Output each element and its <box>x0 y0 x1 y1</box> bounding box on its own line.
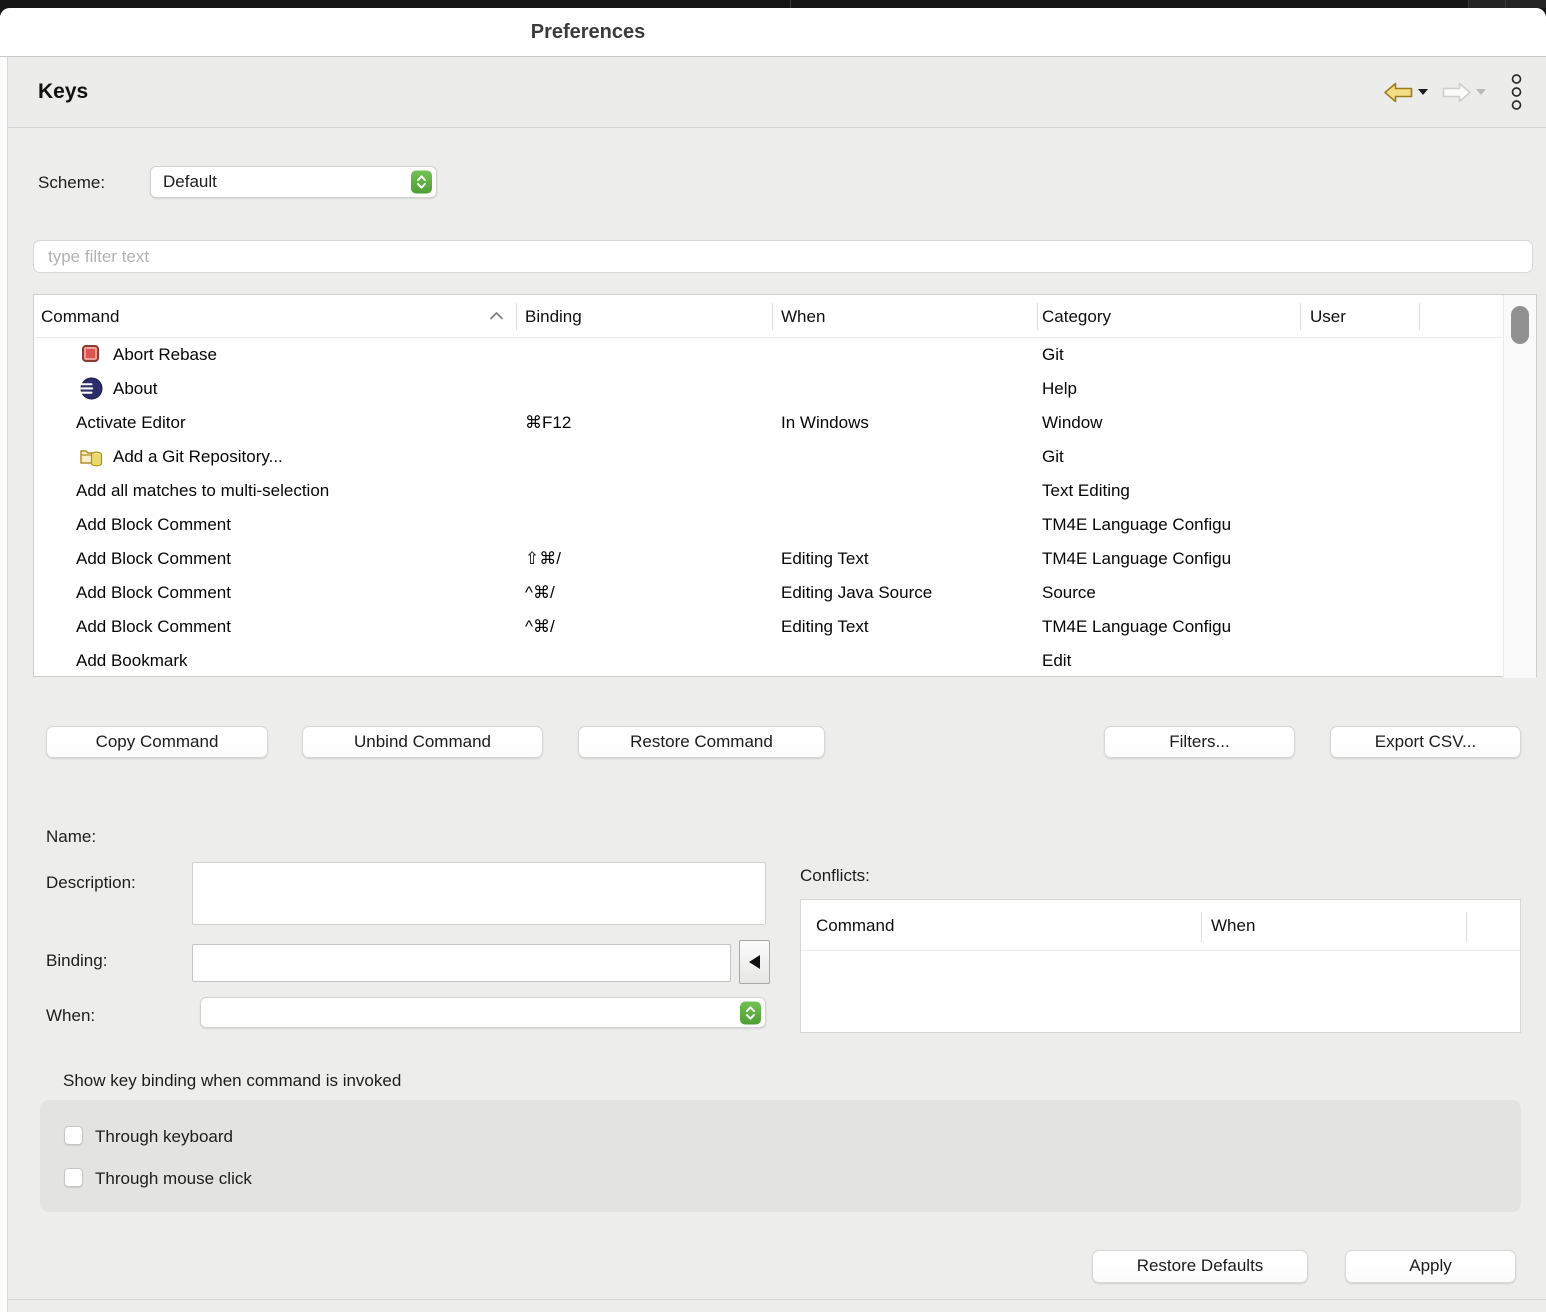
git-repository-icon <box>80 445 104 467</box>
conflicts-header: Command When <box>801 900 1520 951</box>
filter-input[interactable] <box>33 240 1533 273</box>
show-binding-heading: Show key binding when command is invoked <box>63 1071 401 1091</box>
description-field[interactable] <box>192 862 766 925</box>
conflicts-column-command[interactable]: Command <box>816 900 894 951</box>
forward-arrow-icon <box>1441 81 1472 104</box>
abort-rebase-icon <box>80 343 104 365</box>
through-mouse-label: Through mouse click <box>95 1169 252 1189</box>
column-header-binding[interactable]: Binding <box>525 295 582 338</box>
window-title: Preferences <box>0 8 1176 57</box>
table-header: Command Binding When Category User <box>34 295 1536 338</box>
eclipse-logo-icon <box>80 377 104 399</box>
history-toolbar <box>1381 57 1524 127</box>
restore-defaults-button[interactable]: Restore Defaults <box>1092 1250 1308 1283</box>
binding-field[interactable] <box>192 944 731 982</box>
page-title: Keys <box>38 57 88 127</box>
conflicts-table: Command When <box>800 899 1521 1033</box>
table-row[interactable]: Add Block Comment ⇧⌘/ Editing Text TM4E … <box>34 542 1536 576</box>
when-select[interactable] <box>200 997 766 1028</box>
table-row[interactable]: Add Block Comment TM4E Language Configu <box>34 508 1536 542</box>
table-row[interactable]: Abort Rebase Git <box>34 338 1536 372</box>
when-label: When: <box>46 1006 95 1026</box>
copy-command-button[interactable]: Copy Command <box>46 726 268 758</box>
scheme-select[interactable]: Default <box>150 166 437 198</box>
back-arrow-icon <box>1383 81 1414 104</box>
table-row[interactable]: Add all matches to multi-selection Text … <box>34 474 1536 508</box>
table-row[interactable]: Add Block Comment ^⌘/ Editing Text TM4E … <box>34 610 1536 644</box>
name-label: Name: <box>46 827 96 847</box>
back-button[interactable] <box>1381 79 1430 106</box>
filters-button[interactable]: Filters... <box>1104 726 1295 758</box>
back-history-dropdown-icon[interactable] <box>1418 89 1428 95</box>
restore-command-button[interactable]: Restore Command <box>578 726 825 758</box>
table-row[interactable]: Add a Git Repository... Git <box>34 440 1536 474</box>
through-keyboard-checkbox[interactable] <box>64 1126 83 1145</box>
column-header-category[interactable]: Category <box>1042 295 1111 338</box>
binding-helper-button[interactable] <box>739 940 770 984</box>
preferences-dialog: Preferences Keys <box>0 8 1546 1312</box>
titlebar[interactable]: Preferences <box>0 8 1546 57</box>
sort-ascending-icon <box>489 311 504 321</box>
apply-button[interactable]: Apply <box>1345 1250 1516 1283</box>
select-stepper-icon <box>411 171 432 194</box>
page-header: Keys <box>8 57 1546 128</box>
scheme-value: Default <box>163 167 217 197</box>
unbind-command-button[interactable]: Unbind Command <box>302 726 543 758</box>
conflicts-column-when[interactable]: When <box>1211 900 1255 951</box>
table-scrollbar[interactable] <box>1503 295 1536 678</box>
forward-history-dropdown-icon <box>1476 89 1486 95</box>
scheme-label: Scheme: <box>38 173 105 193</box>
conflicts-label: Conflicts: <box>800 866 870 886</box>
view-menu-button[interactable] <box>1509 74 1524 110</box>
forward-button[interactable] <box>1439 79 1488 106</box>
table-row[interactable]: Add Bookmark Edit <box>34 644 1536 678</box>
column-header-command[interactable]: Command <box>41 295 119 338</box>
table-row[interactable]: About Help <box>34 372 1536 406</box>
background-strip <box>1468 0 1469 8</box>
column-header-when[interactable]: When <box>781 295 825 338</box>
show-binding-group: Through keyboard Through mouse click <box>40 1100 1521 1212</box>
footer-divider <box>8 1299 1546 1300</box>
nav-tree-edge <box>0 57 8 1312</box>
scrollbar-thumb[interactable] <box>1511 306 1529 344</box>
through-mouse-checkbox[interactable] <box>64 1168 83 1187</box>
select-stepper-icon <box>740 1001 761 1024</box>
through-keyboard-label: Through keyboard <box>95 1127 233 1147</box>
description-label: Description: <box>46 873 136 893</box>
background-strip <box>790 0 791 8</box>
table-row[interactable]: Activate Editor ⌘F12 In Windows Window <box>34 406 1536 440</box>
binding-label: Binding: <box>46 951 107 971</box>
export-csv-button[interactable]: Export CSV... <box>1330 726 1521 758</box>
background-strip <box>1505 0 1506 8</box>
key-bindings-table: Command Binding When Category User Abort… <box>33 294 1537 677</box>
column-header-user[interactable]: User <box>1310 295 1346 338</box>
table-body: Abort Rebase Git About Help Activate <box>34 338 1536 678</box>
left-triangle-icon <box>749 955 760 969</box>
screen: Preferences Keys <box>0 0 1546 1312</box>
background-strip <box>1468 0 1546 8</box>
table-row[interactable]: Add Block Comment ^⌘/ Editing Java Sourc… <box>34 576 1536 610</box>
